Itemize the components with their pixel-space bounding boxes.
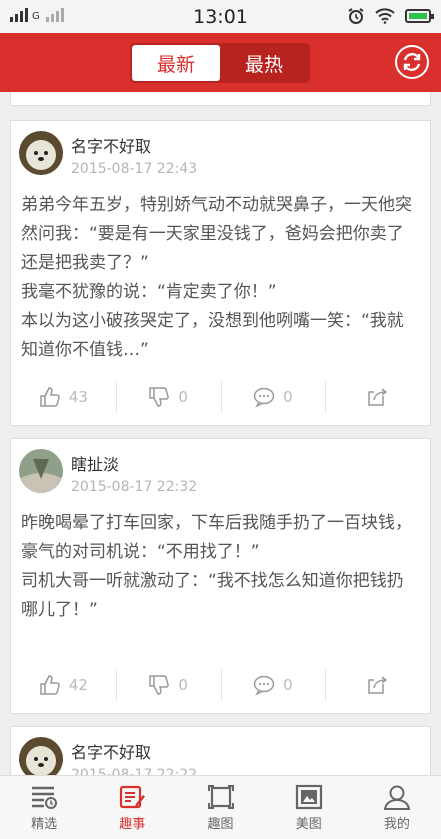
tab-hottest[interactable]: 最热	[220, 45, 308, 81]
tab-mine[interactable]: 我的	[353, 776, 441, 839]
avatar[interactable]	[19, 449, 63, 493]
tab-label: 美图	[295, 816, 322, 832]
post-line: 本以为这小破孩哭定了，没想到他咧嘴一笑：“我就知道你不值钱…”	[21, 311, 404, 360]
previous-post-card	[10, 92, 431, 106]
joke-feed[interactable]: 名字不好取 2015-08-17 22:43 弟弟今年五岁，特别娇气动不动就哭鼻…	[0, 92, 441, 775]
thumbs-up-icon	[40, 387, 60, 407]
thumbs-up-icon	[40, 675, 60, 695]
alarm-icon	[348, 8, 364, 24]
dislike-button[interactable]: 0	[115, 657, 221, 713]
dislike-button[interactable]: 0	[115, 369, 221, 425]
post-actions: 43 0 0	[11, 369, 430, 425]
app-header: 最新 最热	[0, 33, 441, 92]
thumbs-down-icon	[149, 675, 170, 695]
comment-icon	[253, 387, 275, 408]
tab-newest[interactable]: 最新	[132, 45, 220, 81]
comment-count: 0	[283, 388, 293, 406]
tab-label: 趣事	[119, 816, 146, 832]
feed-segmented-control: 最新 最热	[130, 43, 310, 83]
post-time: 2015-08-17 22:43	[71, 161, 198, 177]
post-content: 昨晚喝晕了打车回家，下车后我随手扔了一百块钱， 豪气的对司机说：“不用找了！” …	[21, 509, 420, 625]
comment-count: 0	[283, 676, 293, 694]
like-count: 43	[68, 388, 88, 406]
post-card[interactable]: 名字不好取 2015-08-17 22:22	[10, 726, 431, 775]
comment-button[interactable]: 0	[220, 369, 326, 425]
dislike-count: 0	[178, 676, 188, 694]
status-icons	[347, 7, 434, 25]
author-name[interactable]: 名字不好取	[71, 739, 151, 763]
share-icon	[367, 388, 387, 406]
post-line: 弟弟今年五岁，特别娇气动不动就哭鼻子，一天他突然问我：“要是有一天家里没钱了，爸…	[21, 195, 412, 273]
comment-icon	[253, 675, 275, 696]
user-icon	[383, 785, 411, 810]
tab-featured[interactable]: 精选	[0, 776, 88, 839]
like-count: 42	[68, 676, 88, 694]
post-line: 豪气的对司机说：“不用找了！”	[21, 542, 260, 562]
author-name[interactable]: 瞎扯淡	[71, 451, 119, 475]
share-icon	[367, 676, 387, 694]
post-line: 昨晚喝晕了打车回家，下车后我随手扔了一百块钱，	[21, 513, 412, 533]
dislike-count: 0	[178, 388, 188, 406]
post-card[interactable]: 名字不好取 2015-08-17 22:43 弟弟今年五岁，特别娇气动不动就哭鼻…	[10, 120, 431, 426]
tab-label: 趣图	[207, 816, 234, 832]
tab-beauty-pictures[interactable]: 美图	[265, 776, 353, 839]
photo-icon	[295, 784, 322, 809]
comment-button[interactable]: 0	[220, 657, 326, 713]
author-name[interactable]: 名字不好取	[71, 133, 151, 157]
tab-label: 我的	[383, 816, 410, 832]
post-actions: 42 0 0	[11, 657, 430, 713]
like-button[interactable]: 42	[11, 657, 116, 713]
status-bar: G 13:01	[0, 0, 441, 33]
post-card[interactable]: 瞎扯淡 2015-08-17 22:32 昨晚喝晕了打车回家，下车后我随手扔了一…	[10, 438, 431, 714]
tab-funny-pictures[interactable]: 趣图	[176, 776, 264, 839]
avatar[interactable]	[19, 131, 63, 175]
edit-icon	[120, 785, 146, 808]
list-icon	[32, 786, 58, 809]
avatar[interactable]	[19, 737, 63, 775]
post-line: 我毫不犹豫的说：“肯定卖了你！”	[21, 282, 277, 302]
thumbs-down-icon	[149, 387, 170, 407]
post-time: 2015-08-17 22:32	[71, 479, 198, 495]
share-button[interactable]	[325, 657, 430, 713]
wifi-icon	[375, 8, 395, 24]
refresh-button[interactable]	[395, 45, 429, 79]
post-line: 司机大哥一听就激动了：“我不找怎么知道你把钱扔哪儿了！”	[21, 571, 404, 620]
picture-icon	[207, 784, 234, 809]
share-button[interactable]	[325, 369, 430, 425]
post-content: 弟弟今年五岁，特别娇气动不动就哭鼻子，一天他突然问我：“要是有一天家里没钱了，爸…	[21, 191, 420, 365]
post-time: 2015-08-17 22:22	[71, 767, 198, 775]
like-button[interactable]: 43	[11, 369, 116, 425]
tab-label: 精选	[31, 816, 58, 832]
battery-icon	[405, 9, 434, 23]
tab-funny-stories[interactable]: 趣事	[88, 776, 176, 839]
bottom-tab-bar: 精选 趣事 趣图 美图 我的	[0, 775, 441, 839]
refresh-icon	[403, 53, 421, 71]
